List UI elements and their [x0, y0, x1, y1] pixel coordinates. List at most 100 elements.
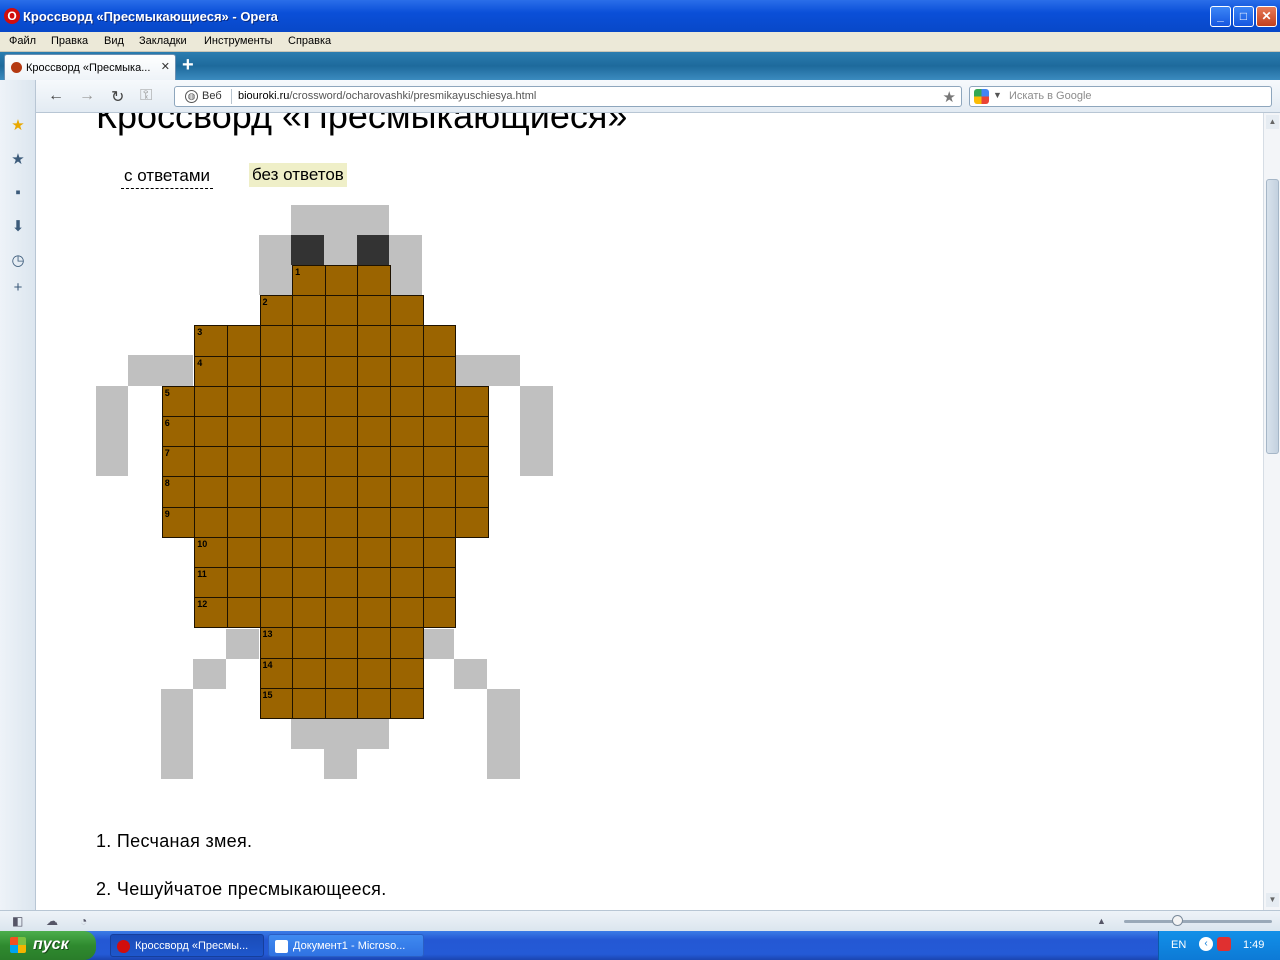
crossword-cell[interactable]: [292, 476, 326, 508]
crossword-cell[interactable]: [455, 446, 489, 478]
crossword-cell[interactable]: [292, 627, 326, 659]
crossword-cell[interactable]: [422, 506, 457, 538]
crossword-cell[interactable]: [259, 506, 294, 538]
zoom-slider-track[interactable]: [1124, 920, 1272, 923]
crossword-cell[interactable]: [324, 385, 359, 417]
crossword-cell[interactable]: [389, 476, 424, 508]
crossword-cell[interactable]: [226, 325, 261, 357]
crossword-cell[interactable]: 10: [194, 536, 228, 568]
crossword-cell[interactable]: [259, 536, 294, 568]
crossword-cell[interactable]: [389, 446, 424, 478]
reload-icon[interactable]: ↻: [111, 87, 124, 107]
taskbar-item-word[interactable]: Документ1 - Microso...: [268, 934, 424, 957]
crossword-cell[interactable]: [194, 476, 228, 508]
crossword-cell[interactable]: [324, 446, 359, 478]
chevron-down-icon[interactable]: ▼: [993, 90, 1002, 100]
crossword-cell[interactable]: [455, 416, 489, 448]
menu-help[interactable]: Справка: [288, 35, 331, 47]
downloads-icon[interactable]: ⬇: [9, 218, 27, 236]
crossword-cell[interactable]: [389, 536, 424, 568]
crossword-cell[interactable]: [389, 355, 424, 387]
crossword-cell[interactable]: [357, 446, 391, 478]
crossword-cell[interactable]: [194, 385, 228, 417]
crossword-cell[interactable]: 4: [194, 355, 228, 387]
crossword-cell[interactable]: [324, 416, 359, 448]
crossword-cell[interactable]: [357, 567, 391, 599]
crossword-cell[interactable]: [259, 597, 294, 629]
crossword-cell[interactable]: [194, 416, 228, 448]
crossword-cell[interactable]: [226, 597, 261, 629]
crossword-cell[interactable]: [226, 567, 261, 599]
crossword-cell[interactable]: [357, 295, 391, 327]
crossword-cell[interactable]: [226, 476, 261, 508]
history-clock-icon[interactable]: ◷: [9, 252, 27, 270]
crossword-cell[interactable]: [324, 567, 359, 599]
crossword-cell[interactable]: [292, 416, 326, 448]
url-text[interactable]: biouroki.ru/crossword/ocharovashki/presm…: [238, 90, 536, 102]
crossword-cell[interactable]: [422, 416, 457, 448]
crossword-cell[interactable]: [389, 385, 424, 417]
crossword-cell[interactable]: [292, 657, 326, 689]
scroll-thumb[interactable]: [1266, 179, 1279, 454]
crossword-cell[interactable]: [357, 355, 391, 387]
crossword-cell[interactable]: [389, 687, 424, 719]
crossword-cell[interactable]: [292, 506, 326, 538]
crossword-cell[interactable]: [324, 536, 359, 568]
crossword-cell[interactable]: [357, 597, 391, 629]
address-bar[interactable]: ◍ Веб biouroki.ru/crossword/ocharovashki…: [174, 86, 962, 107]
crossword-cell[interactable]: [226, 385, 261, 417]
crossword-cell[interactable]: [357, 476, 391, 508]
crossword-cell[interactable]: [357, 506, 391, 538]
without-answers-link[interactable]: без ответов: [249, 163, 347, 187]
crossword-cell[interactable]: [259, 416, 294, 448]
crossword-cell[interactable]: [292, 385, 326, 417]
crossword-cell[interactable]: [422, 385, 457, 417]
crossword-cell[interactable]: [422, 536, 457, 568]
search-box[interactable]: ▼ Искать в Google: [969, 86, 1272, 107]
with-answers-link[interactable]: с ответами: [121, 164, 214, 189]
crossword-cell[interactable]: [389, 567, 424, 599]
crossword-cell[interactable]: 14: [259, 657, 294, 689]
crossword-cell[interactable]: [292, 295, 326, 327]
crossword-cell[interactable]: [324, 265, 359, 297]
tab-active[interactable]: Кроссворд «Пресмыка... ✕: [4, 54, 176, 80]
crossword-cell[interactable]: [226, 416, 261, 448]
crossword-cell[interactable]: [324, 325, 359, 357]
scroll-down-arrow-icon[interactable]: ▼: [1266, 893, 1279, 907]
crossword-cell[interactable]: [292, 687, 326, 719]
crossword-cell[interactable]: [324, 627, 359, 659]
notes-icon[interactable]: ▪: [9, 184, 27, 202]
crossword-cell[interactable]: [455, 506, 489, 538]
crossword-cell[interactable]: [357, 416, 391, 448]
crossword-cell[interactable]: [259, 446, 294, 478]
crossword-cell[interactable]: [259, 385, 294, 417]
crossword-cell[interactable]: [259, 567, 294, 599]
crossword-cell[interactable]: [422, 325, 457, 357]
antivirus-tray-icon[interactable]: [1217, 937, 1231, 951]
crossword-cell[interactable]: [324, 506, 359, 538]
crossword-cell[interactable]: [389, 506, 424, 538]
crossword-cell[interactable]: [226, 355, 261, 387]
crossword-cell[interactable]: 8: [161, 476, 196, 508]
crossword-cell[interactable]: [324, 295, 359, 327]
crossword-cell[interactable]: [389, 627, 424, 659]
language-indicator[interactable]: EN: [1171, 939, 1186, 951]
crossword-cell[interactable]: 1: [292, 265, 326, 297]
tray-expand-icon[interactable]: ‹: [1199, 937, 1213, 951]
crossword-cell[interactable]: 13: [259, 627, 294, 659]
crossword-cell[interactable]: [292, 567, 326, 599]
crossword-cell[interactable]: [259, 355, 294, 387]
crossword-cell[interactable]: [324, 476, 359, 508]
close-button[interactable]: ✕: [1256, 6, 1277, 27]
crossword-cell[interactable]: [389, 295, 424, 327]
crossword-cell[interactable]: [292, 597, 326, 629]
bookmark-star-icon[interactable]: ★: [943, 88, 956, 106]
crossword-cell[interactable]: [422, 567, 457, 599]
bookmarks-star-icon[interactable]: ★: [9, 151, 27, 169]
crossword-cell[interactable]: [292, 325, 326, 357]
crossword-cell[interactable]: [259, 476, 294, 508]
forward-arrow-icon[interactable]: →: [79, 87, 95, 105]
crossword-cell[interactable]: [389, 597, 424, 629]
crossword-cell[interactable]: 9: [161, 506, 196, 538]
tab-close-icon[interactable]: ✕: [161, 60, 170, 73]
